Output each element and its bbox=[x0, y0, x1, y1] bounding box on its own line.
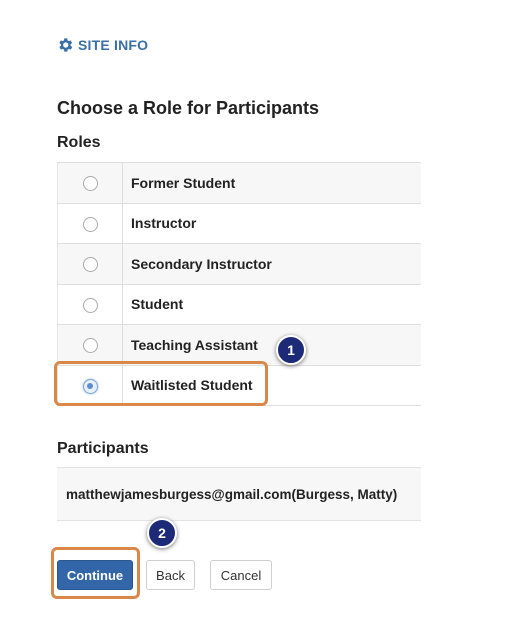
role-label: Student bbox=[122, 283, 421, 325]
role-label: Teaching Assistant bbox=[122, 324, 421, 366]
role-row-secondary-instructor[interactable]: Secondary Instructor bbox=[57, 243, 421, 285]
role-radio-instructor[interactable] bbox=[82, 216, 98, 232]
gear-icon bbox=[59, 38, 73, 52]
participants-heading: Participants bbox=[57, 440, 149, 457]
role-radio-student[interactable] bbox=[82, 297, 98, 313]
back-button[interactable]: Back bbox=[146, 560, 195, 590]
role-row-student[interactable]: Student bbox=[57, 283, 421, 325]
participants-list: matthewjamesburgess@gmail.com(Burgess, M… bbox=[57, 467, 421, 521]
continue-button[interactable]: Continue bbox=[57, 560, 133, 590]
site-info-link[interactable]: SITE INFO bbox=[56, 36, 148, 54]
step-badge-2: 2 bbox=[147, 518, 177, 548]
role-label: Secondary Instructor bbox=[122, 243, 421, 285]
role-radio-secondary-instructor[interactable] bbox=[82, 257, 98, 273]
role-row-teaching-assistant[interactable]: Teaching Assistant bbox=[57, 324, 421, 366]
role-row-instructor[interactable]: Instructor bbox=[57, 202, 421, 244]
step-badge-1: 1 bbox=[276, 335, 306, 365]
cancel-button[interactable]: Cancel bbox=[210, 560, 272, 590]
roles-heading: Roles bbox=[57, 134, 101, 151]
site-info-label: SITE INFO bbox=[78, 37, 149, 53]
highlight-waitlisted-student bbox=[54, 361, 268, 406]
role-radio-teaching-assistant[interactable] bbox=[82, 338, 98, 354]
role-row-former-student[interactable]: Former Student bbox=[57, 162, 421, 204]
role-label: Instructor bbox=[122, 202, 421, 244]
role-radio-former-student[interactable] bbox=[82, 176, 98, 192]
page-title: Choose a Role for Participants bbox=[57, 98, 320, 118]
participant-item: matthewjamesburgess@gmail.com(Burgess, M… bbox=[66, 486, 398, 502]
role-label: Former Student bbox=[122, 162, 421, 204]
